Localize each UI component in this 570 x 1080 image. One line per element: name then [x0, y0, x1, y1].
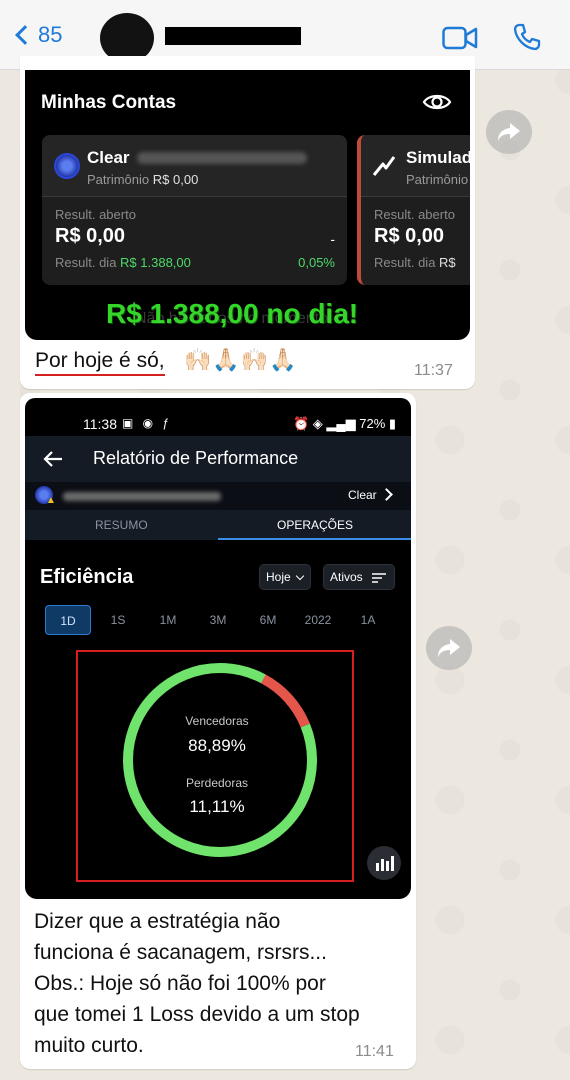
account-short-name: Clear	[348, 488, 377, 502]
efficiency-donut-highlight: Vencedoras 88,89% Perdedoras 11,11%	[76, 650, 354, 882]
hands-emojis: 🙌🏻🙏🏻🙌🏻🙏🏻	[184, 347, 298, 372]
video-call-icon[interactable]	[442, 26, 478, 50]
caption-line: Obs.: Hoje só não foi 100% por	[34, 972, 326, 995]
message-2-time: 11:41	[355, 1043, 394, 1060]
winners-value: 88,89%	[188, 736, 246, 755]
chevron-right-icon	[380, 488, 393, 501]
result-open-value: R$ 0,00	[55, 225, 126, 247]
result-open-extra: -	[330, 231, 335, 247]
result-open-label: Result. aberto	[55, 207, 136, 222]
account-card-header: Simulad Patrimônio	[361, 135, 470, 197]
patrimonio-label: Patrimônio	[406, 172, 469, 187]
profit-overlay-text: R$ 1.388,00 no dia!	[106, 298, 359, 329]
accounts-title: Minhas Contas	[41, 92, 177, 113]
chevron-down-icon	[295, 571, 304, 581]
app-header: Relatório de Performance	[25, 436, 411, 482]
status-time: 11:38	[83, 416, 117, 432]
period-6m[interactable]: 6M	[245, 605, 291, 635]
assets-filter[interactable]: Ativos	[323, 564, 395, 590]
forward-button-2[interactable]	[426, 626, 472, 670]
message-1-time: 11:37	[414, 362, 453, 379]
bar-chart-icon	[376, 856, 394, 871]
period-1d[interactable]: 1D	[45, 605, 91, 635]
forward-icon	[438, 639, 460, 657]
account-name: Clear	[87, 148, 130, 167]
chart-toggle-button[interactable]	[367, 846, 401, 880]
caption-line: Dizer que a estratégia não	[34, 910, 281, 933]
message-2-caption: Dizer que a estratégia não funciona é sac…	[34, 906, 404, 1061]
back-arrow-icon[interactable]	[43, 450, 63, 468]
phone-call-icon[interactable]	[512, 22, 542, 52]
simulator-icon	[372, 156, 396, 176]
winners-arc	[123, 663, 317, 857]
contact-name-redacted[interactable]	[165, 27, 301, 45]
status-battery: ⏰ ◈ ▂▄▆ 72% ▮	[293, 416, 397, 431]
account-card-simulador[interactable]: Simulad Patrimônio Result. aberto R$ 0,0…	[357, 135, 470, 285]
status-notification-icons: ▣ ◉ ƒ	[122, 416, 173, 430]
winners-label: Vencedoras	[185, 714, 249, 728]
back-button[interactable]: 85	[14, 22, 62, 48]
account-card-clear[interactable]: Clear Patrimônio R$ 0,00 Result. aberto …	[42, 135, 347, 285]
forward-button-1[interactable]	[486, 110, 532, 154]
result-open-label: Result. aberto	[374, 207, 455, 222]
app-title: Relatório de Performance	[93, 448, 299, 468]
warning-icon: ▲	[46, 495, 56, 506]
period-1m[interactable]: 1M	[145, 605, 191, 635]
message-2-screenshot[interactable]: 11:38 ▣ ◉ ƒ ⏰ ◈ ▂▄▆ 72% ▮ Relatório de P…	[25, 398, 411, 899]
result-day-percent: 0,05%	[298, 255, 335, 270]
clear-logo-icon	[54, 153, 80, 179]
period-filter[interactable]: Hoje	[259, 564, 311, 590]
account-name-blurred	[63, 492, 221, 501]
period-selector: 1D 1S 1M 3M 6M 2022 1A	[45, 605, 395, 635]
patrimonio: Patrimônio R$ 0,00	[87, 172, 199, 187]
tab-resumo[interactable]: RESUMO	[95, 518, 148, 532]
forward-icon	[498, 123, 520, 141]
account-selector[interactable]: ▲ Clear	[25, 482, 411, 510]
losers-label: Perdedoras	[185, 776, 249, 790]
losers-value: 11,11%	[189, 797, 245, 816]
tab-bar: RESUMO OPERAÇÕES	[25, 510, 411, 540]
efficiency-donut-chart	[122, 663, 317, 857]
account-name: Simulad	[406, 148, 470, 167]
period-2022[interactable]: 2022	[295, 605, 341, 635]
losers-arc	[122, 663, 317, 857]
result-day: Result. dia R$	[374, 255, 456, 270]
message-1-caption: Por hoje é só,	[35, 349, 165, 376]
tab-operacoes[interactable]: OPERAÇÕES	[277, 518, 353, 532]
period-1a[interactable]: 1A	[345, 605, 391, 635]
unread-count: 85	[38, 22, 63, 47]
period-3m[interactable]: 3M	[195, 605, 241, 635]
filter-lines-icon	[372, 573, 387, 583]
caption-line: muito curto.	[34, 1034, 144, 1057]
active-tab-indicator	[218, 538, 411, 540]
caption-line: funciona é sacanagem, rsrsrs...	[34, 941, 327, 964]
efficiency-title: Eficiência	[40, 566, 134, 588]
caption-line: que tomei 1 Loss devido a um stop	[34, 1003, 360, 1026]
chevron-left-icon	[15, 25, 35, 45]
account-name-blurred	[137, 152, 307, 164]
eye-icon	[422, 94, 452, 110]
period-1s[interactable]: 1S	[95, 605, 141, 635]
result-open-value: R$ 0,00	[374, 225, 445, 247]
result-day: Result. dia R$ 1.388,00	[55, 255, 191, 270]
account-card-header: Clear Patrimônio R$ 0,00	[42, 135, 347, 197]
